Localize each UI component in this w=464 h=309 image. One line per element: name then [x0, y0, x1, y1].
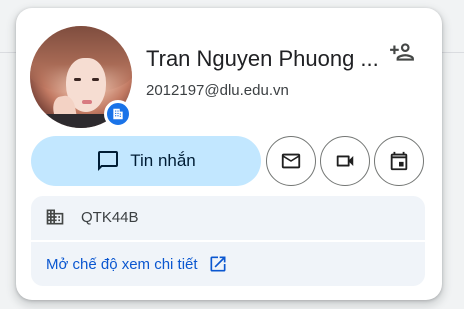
add-contact-button[interactable]: [388, 38, 416, 66]
profile-name: Tran Nguyen Phuong ...: [146, 46, 379, 71]
mail-icon: [281, 153, 301, 169]
profile-card: Tran Nguyen Phuong ... 2012197@dlu.edu.v…: [16, 8, 442, 300]
chat-button-label: Tin nhắn: [130, 151, 196, 170]
calendar-icon: [390, 151, 408, 171]
add-contact-icon: [390, 43, 414, 61]
chat-button[interactable]: Tin nhắn: [31, 136, 261, 186]
video-call-icon: [336, 155, 354, 167]
building-icon: [46, 209, 64, 225]
video-call-button[interactable]: [320, 136, 370, 186]
location-row: QTK44B: [31, 196, 425, 238]
profile-email: 2012197@dlu.edu.vn: [146, 82, 289, 99]
open-detail-view-link[interactable]: Mở chế độ xem chi tiết: [31, 242, 425, 286]
calendar-button[interactable]: [374, 136, 424, 186]
chat-icon: [98, 151, 119, 171]
organization-badge-icon: [104, 100, 132, 128]
info-panel: QTK44B Mở chế độ xem chi tiết: [31, 196, 425, 286]
detail-link-label: Mở chế độ xem chi tiết: [46, 255, 198, 273]
open-in-new-icon: [210, 256, 226, 272]
email-button[interactable]: [266, 136, 316, 186]
location-text: QTK44B: [81, 208, 139, 226]
